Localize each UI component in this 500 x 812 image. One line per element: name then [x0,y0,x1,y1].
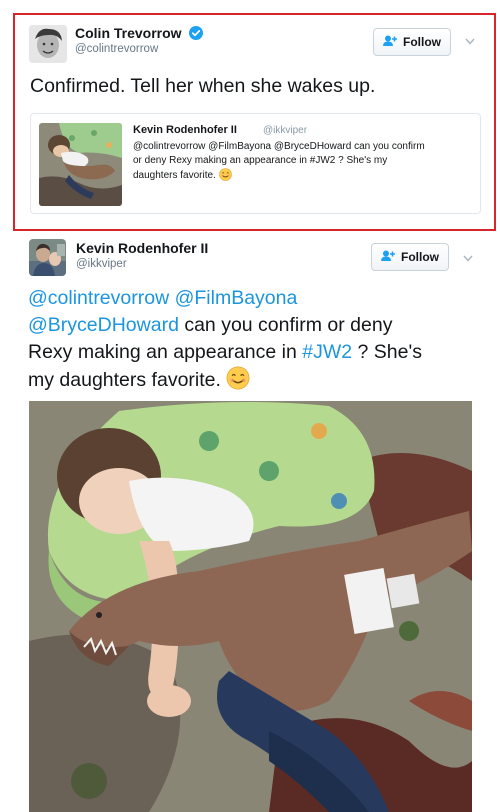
tweet-body-text-b: Rexy making an appearance in [28,341,303,363]
kevin-handle[interactable]: @ikkviper [76,258,127,270]
quoted-tweet-image [39,123,122,206]
follow-button[interactable]: Follow [373,28,451,56]
mention-colintrevorrow[interactable]: @colintrevorrow [28,287,169,309]
tweet-body-text-a: can you confirm or deny [178,314,393,336]
tweet-body-text-d: my daughters favorite. [28,369,227,391]
hashtag-jw2[interactable]: #JW2 [302,341,352,363]
colin-avatar[interactable] [29,25,67,63]
colin-handle[interactable]: @colintrevorrow [75,43,158,55]
smiling-face-emoji [226,366,250,398]
quoted-text-line-2: or deny Rexy making an appearance in #JW… [133,155,388,166]
quoted-text-line-3: daughters favorite. [133,170,216,181]
kevin-name[interactable]: Kevin Rodenhofer II [76,240,208,256]
verified-badge-icon [189,25,204,43]
quoted-author-name[interactable]: Kevin Rodenhofer II [133,124,237,136]
colin-name[interactable]: Colin Trevorrow [75,25,204,43]
tweet-text: Confirmed. Tell her when she wakes up. [30,75,376,97]
tweet-photo[interactable] [29,401,472,812]
quoted-author-handle[interactable]: @ikkviper [263,125,307,136]
follow-person-plus-icon [381,250,395,265]
tweet-body: @colintrevorrow @FilmBayona @BryceDHowar… [28,285,483,398]
highlighted-tweet: Colin Trevorrow @colintrevorrow Follow C… [13,13,496,231]
mention-filmbayona[interactable]: @FilmBayona [175,287,298,309]
follow-label-2: Follow [401,250,439,264]
kevin-avatar[interactable] [29,239,66,276]
quoted-tweet[interactable]: Kevin Rodenhofer II @ikkviper @colintrev… [30,113,481,214]
follow-button-2[interactable]: Follow [371,243,449,271]
quoted-tweet-text: @colintrevorrow @FilmBayona @BryceDHowar… [133,140,473,186]
quoted-text-line-1: @colintrevorrow @FilmBayona @BryceDHowar… [133,141,425,152]
tweet-body-text-c: ? She's [352,341,422,363]
chevron-down-icon[interactable] [463,251,473,265]
chevron-down-icon[interactable] [465,34,475,48]
mention-brycedhoward[interactable]: @BryceDHoward [28,314,179,336]
smiling-face-emoji [218,168,232,186]
follow-label: Follow [403,35,441,49]
follow-person-plus-icon [383,35,397,50]
